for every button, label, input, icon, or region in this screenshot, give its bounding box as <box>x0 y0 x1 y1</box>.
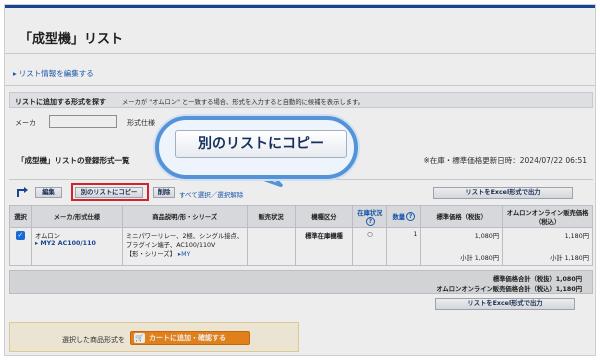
divider <box>5 53 595 54</box>
search-hint: メーカが "オムロン" と一致する場合、形式を入力すると自動的に候補を表示します… <box>122 99 364 106</box>
model-label: MY2 AC100/110 <box>40 240 96 247</box>
add-to-cart-button[interactable]: 🛒 カートに追加・確認する <box>130 331 250 345</box>
std-price: 1,080円 <box>474 233 500 240</box>
totals-bar: 標準価格合計（税抜）1,080円 オムロンオンライン販売価格合計（税込）1,18… <box>9 270 593 294</box>
list-toolbar: 編集 別のリストにコピー 削除 すべて選択／選択解除 リストをExcel形式で出… <box>9 179 593 203</box>
col-description: 商品説明/形・シリーズ <box>121 205 248 228</box>
spec-label: 形式仕様 <box>127 119 155 127</box>
model-link[interactable]: ▸ MY2 AC100/110 <box>35 240 119 247</box>
edit-button[interactable]: 編集 <box>35 187 62 198</box>
description-line: ミニパワーリレー、2極、シングル接点、 <box>125 233 244 240</box>
series-label: 【形・シリーズ】 <box>125 251 176 258</box>
table-header-row: 選択 メーカ/形式仕様 商品説明/形・シリーズ 販売状況 機種区分 在庫状況? … <box>9 205 593 228</box>
callout-bubble: 別のリストにコピー <box>155 116 358 179</box>
export-excel-button[interactable]: リストをExcel形式で出力 <box>433 187 573 199</box>
col-select: 選択 <box>9 205 32 228</box>
page-frame: 「成型機」リスト ▸ リスト情報を編集する リストに追加する形式を探す メーカが … <box>4 4 596 356</box>
category-cell: 標準在庫機種 <box>294 227 354 266</box>
qty-cell: 1 <box>386 227 422 266</box>
cart-icon: 🛒 <box>134 333 145 343</box>
col-maker: メーカ/形式仕様 <box>30 205 123 228</box>
link-arrow-icon: ▸ <box>13 69 17 78</box>
col-online-price: オムロンオンライン販売価格（税込） <box>502 205 593 228</box>
series-link[interactable]: ▸MY <box>178 251 190 258</box>
page-title: 「成型機」リスト <box>19 32 124 47</box>
std-subtotal: 小計 1,080円 <box>460 255 500 262</box>
copy-to-other-list-button[interactable]: 別のリストにコピー <box>75 187 143 198</box>
edit-list-info-label: リスト情報を編集する <box>18 69 94 78</box>
series-link-label: MY <box>181 251 191 258</box>
col-std-price: 標準価格（税抜） <box>420 205 504 228</box>
col-stock-label: 在庫状況 <box>357 209 383 217</box>
search-title: リストに追加する形式を探す <box>15 98 106 106</box>
online-price: 1,180円 <box>564 233 589 240</box>
col-stock[interactable]: 在庫状況? <box>352 205 388 228</box>
series-line: 【形・シリーズ】 ▸MY <box>126 249 244 258</box>
col-qty[interactable]: 数量? <box>386 205 422 228</box>
stock-cell: ○ <box>352 227 388 266</box>
maker-input[interactable] <box>49 115 117 128</box>
add-to-cart-label: カートに追加・確認する <box>149 334 226 342</box>
std-total: 標準価格合計（税抜）1,080円 <box>492 276 582 283</box>
select-all-link[interactable]: すべて選択／選択解除 <box>179 189 243 199</box>
model-arrow-icon: ▸ <box>34 240 39 247</box>
divider <box>5 85 595 86</box>
row-checkbox[interactable]: ✓ <box>15 231 25 240</box>
items-table: 選択 メーカ/形式仕様 商品説明/形・シリーズ 販売状況 機種区分 在庫状況? … <box>9 205 593 266</box>
col-status: 販売状況 <box>246 205 296 228</box>
edit-list-info-link[interactable]: ▸ リスト情報を編集する <box>13 68 94 79</box>
status-cell <box>246 227 296 266</box>
col-category: 機種区分 <box>294 205 354 228</box>
search-panel-header: リストに追加する形式を探す メーカが "オムロン" と一致する場合、形式を入力す… <box>9 92 593 108</box>
description-line: プラグイン端子、AC100/110V <box>125 242 216 249</box>
list-heading: 「成型機」リストの登録形式一覧 <box>17 156 130 165</box>
select-arrow-icon <box>17 187 28 197</box>
col-qty-label: 数量 <box>392 213 406 221</box>
maker-label: メーカ <box>15 119 36 127</box>
maker-name: オムロン <box>34 233 60 240</box>
help-icon[interactable]: ? <box>406 212 416 222</box>
title-bar: 「成型機」リスト <box>5 5 595 53</box>
export-excel-bottom-button[interactable]: リストをExcel形式で出力 <box>435 298 575 310</box>
help-icon[interactable]: ? <box>365 216 375 226</box>
cart-label: 選択した商品形式を <box>62 336 125 344</box>
online-total: オムロンオンライン販売価格合計（税込）1,180円 <box>436 286 582 293</box>
online-subtotal: 小計 1,180円 <box>550 255 589 262</box>
delete-button[interactable]: 削除 <box>153 187 175 198</box>
callout-copy-button: 別のリストにコピー <box>175 130 347 158</box>
cart-bar: 選択した商品形式を 🛒 カートに追加・確認する <box>9 322 299 352</box>
table-row: ✓ オムロン ▸ MY2 AC100/110 ミニパワーリレー、2極、シングル接… <box>9 227 593 266</box>
update-info: ※在庫・標準価格更新日時：2024/07/22 06:51 <box>423 156 587 165</box>
